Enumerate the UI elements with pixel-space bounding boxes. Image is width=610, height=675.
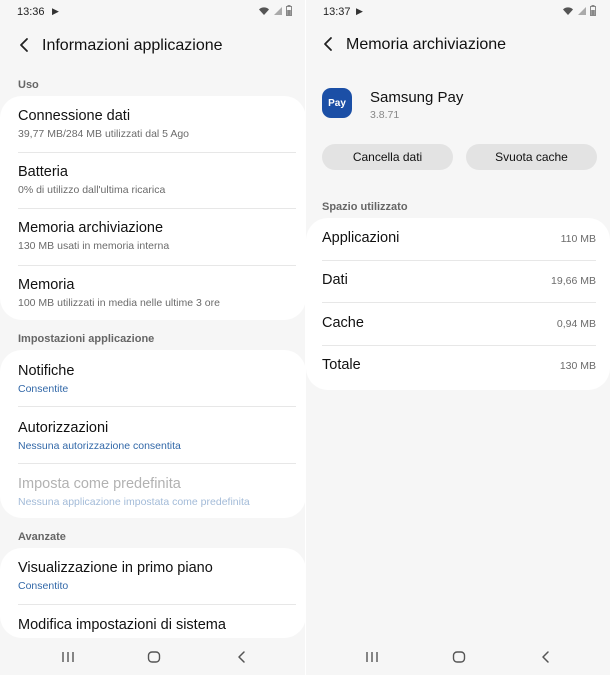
- storage-value: 0,94 MB: [556, 318, 596, 330]
- app-icon-label: Pay: [328, 97, 346, 109]
- item-subtitle: 0% di utilizzo dall'ultima ricarica: [18, 184, 166, 196]
- item-subtitle: Consentito: [18, 580, 69, 592]
- advanced-card: Visualizzazione in primo piano Consentit…: [0, 548, 306, 638]
- item-subtitle: 100 MB utilizzati in media nelle ultime …: [18, 297, 220, 309]
- status-time: 13:36: [17, 6, 45, 18]
- recent-apps-icon[interactable]: [362, 647, 382, 667]
- battery-icon: [286, 5, 292, 16]
- item-subtitle: 130 MB usati in memoria interna: [18, 240, 170, 252]
- app-bar: Memoria archiviazione: [306, 24, 610, 68]
- back-arrow-icon[interactable]: [320, 35, 338, 53]
- storage-label: Cache: [322, 315, 364, 331]
- section-header-app-settings: Impostazioni applicazione: [18, 333, 155, 345]
- item-title: Connessione dati: [18, 108, 131, 124]
- list-item-modify-system-settings[interactable]: Modifica impostazioni di sistema: [0, 605, 306, 638]
- item-subtitle: 39,77 MB/284 MB utilizzati dal 5 Ago: [18, 128, 190, 140]
- signal-icon: [578, 6, 586, 15]
- play-icon: ▶: [356, 6, 363, 16]
- section-header-space-used: Spazio utilizzato: [322, 201, 408, 213]
- section-header-usage: Uso: [18, 79, 39, 91]
- list-item-storage[interactable]: Memoria archiviazione 130 MB usati in me…: [0, 209, 306, 265]
- status-time: 13:37: [323, 6, 351, 18]
- item-title: Memoria: [18, 277, 75, 293]
- page-title: Memoria archiviazione: [346, 36, 507, 53]
- list-item-notifications[interactable]: Notifiche Consentite: [0, 350, 306, 406]
- storage-label: Totale: [322, 357, 361, 373]
- item-subtitle: Nessuna applicazione impostata come pred…: [18, 496, 250, 508]
- wifi-icon: [259, 6, 269, 15]
- app-bar: Informazioni applicazione: [0, 24, 306, 68]
- back-arrow-icon[interactable]: [16, 36, 34, 54]
- app-version: 3.8.71: [370, 109, 400, 121]
- navigation-bar: [306, 640, 610, 675]
- back-icon[interactable]: [232, 647, 252, 667]
- recent-apps-icon[interactable]: [58, 647, 78, 667]
- item-title: Autorizzazioni: [18, 420, 109, 436]
- app-info-screen: 13:36 ▶ Informazioni applicazione Uso Co…: [0, 0, 306, 675]
- storage-value: 19,66 MB: [551, 275, 596, 287]
- play-icon: ▶: [52, 6, 59, 16]
- list-item-set-as-default: Imposta come predefinita Nessuna applica…: [0, 464, 306, 518]
- app-settings-card: Notifiche Consentite Autorizzazioni Ness…: [0, 350, 306, 518]
- item-title: Imposta come predefinita: [18, 476, 181, 492]
- clear-cache-button[interactable]: Svuota cache: [466, 144, 597, 170]
- section-header-advanced: Avanzate: [18, 531, 66, 543]
- storage-row-applications: Applicazioni 110 MB: [306, 218, 610, 260]
- back-icon[interactable]: [536, 647, 556, 667]
- page-title: Informazioni applicazione: [42, 37, 223, 54]
- battery-icon: [590, 5, 596, 16]
- storage-value: 130 MB: [559, 360, 596, 372]
- item-title: Modifica impostazioni di sistema: [18, 617, 226, 633]
- navigation-bar: [0, 640, 306, 675]
- app-name: Samsung Pay: [370, 89, 464, 106]
- storage-row-data: Dati 19,66 MB: [306, 260, 610, 302]
- samsung-pay-app-icon: Pay: [322, 88, 352, 118]
- item-title: Memoria archiviazione: [18, 220, 164, 236]
- home-icon[interactable]: [144, 647, 164, 667]
- status-bar: 13:37 ▶: [306, 0, 610, 22]
- storage-row-cache: Cache 0,94 MB: [306, 303, 610, 345]
- storage-label: Dati: [322, 272, 348, 288]
- item-title: Notifiche: [18, 363, 75, 379]
- home-icon[interactable]: [449, 647, 469, 667]
- clear-data-button[interactable]: Cancella dati: [322, 144, 453, 170]
- item-title: Batteria: [18, 164, 68, 180]
- list-item-memory[interactable]: Memoria 100 MB utilizzati in media nelle…: [0, 266, 306, 320]
- storage-label: Applicazioni: [322, 230, 400, 246]
- storage-card: Applicazioni 110 MB Dati 19,66 MB Cache …: [306, 218, 610, 390]
- list-item-permissions[interactable]: Autorizzazioni Nessuna autorizzazione co…: [0, 407, 306, 463]
- storage-value: 110 MB: [560, 233, 596, 245]
- list-item-appear-on-top[interactable]: Visualizzazione in primo piano Consentit…: [0, 548, 306, 604]
- usage-card: Connessione dati 39,77 MB/284 MB utilizz…: [0, 96, 306, 320]
- item-title: Visualizzazione in primo piano: [18, 560, 213, 576]
- list-item-battery[interactable]: Batteria 0% di utilizzo dall'ultima rica…: [0, 153, 306, 209]
- storage-row-total: Totale 130 MB: [306, 345, 610, 387]
- item-subtitle: Consentite: [18, 383, 69, 395]
- signal-icon: [274, 6, 282, 15]
- storage-screen: 13:37 ▶ Memoria archiviazione Pay Samsun…: [306, 0, 610, 675]
- wifi-icon: [563, 6, 573, 15]
- item-subtitle: Nessuna autorizzazione consentita: [18, 440, 181, 452]
- status-bar: 13:36 ▶: [0, 0, 306, 22]
- list-item-data-connection[interactable]: Connessione dati 39,77 MB/284 MB utilizz…: [0, 96, 306, 152]
